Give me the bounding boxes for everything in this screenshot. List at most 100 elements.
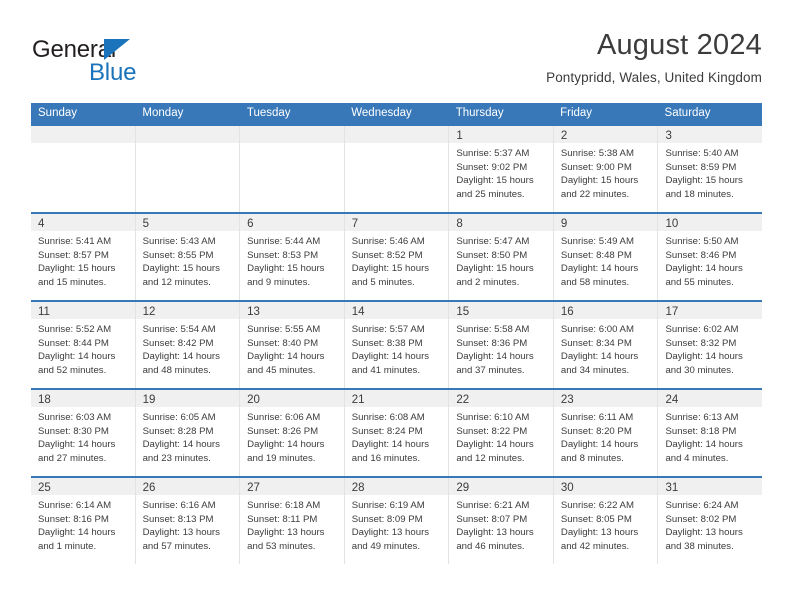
general-blue-logo[interactable]: General Blue [32,36,262,92]
day-number-bar: 31 [658,478,763,495]
calendar-day-cell[interactable]: 9 Sunrise: 5:49 AM Sunset: 8:48 PM Daylight… [553,214,659,300]
sunrise-text: Sunrise: 5:58 AM [456,324,530,335]
sunrise-text: Sunrise: 5:43 AM [142,236,216,247]
sunset-text: Sunset: 8:22 PM [456,425,528,437]
sunset-text: Sunset: 8:30 PM [38,425,109,437]
calendar-day-cell[interactable]: 14 Sunrise: 5:57 AM Sunset: 8:38 PM Dayligh… [344,302,450,388]
calendar-day-cell[interactable]: 1 Sunrise: 5:37 AM Sunset: 9:02 PM Daylight… [449,126,554,212]
page-title: August 2024 [596,29,762,61]
sunrise-text: Sunrise: 5:46 AM [351,236,425,247]
calendar-day-cell[interactable]: 5 Sunrise: 5:43 AM Sunset: 8:55 PM Daylight… [135,214,241,300]
sunset-text: Sunset: 8:57 PM [38,249,109,261]
day-details: Sunrise: 6:03 AM Sunset: 8:30 PM Daylight:… [31,407,135,465]
daylight-text-line2: and 4 minutes. [665,452,729,464]
calendar-day-cell[interactable]: 8 Sunrise: 5:47 AM Sunset: 8:50 PM Daylight… [449,214,554,300]
day-number: 2 [560,130,568,142]
day-details [31,143,135,147]
sunset-text: Sunset: 8:11 PM [247,513,318,525]
sunrise-text: Sunrise: 5:37 AM [456,148,530,159]
day-details: Sunrise: 5:52 AM Sunset: 8:44 PM Daylight:… [31,319,135,377]
title-block: August 2024 Pontypridd, Wales, United Ki… [546,28,762,87]
sunrise-text: Sunrise: 6:13 AM [665,412,739,423]
calendar-day-cell[interactable]: 25 Sunrise: 6:14 AM Sunset: 8:16 PM Dayligh… [31,478,136,564]
daylight-text-line2: and 12 minutes. [142,276,211,288]
calendar-day-cell[interactable]: 28 Sunrise: 6:19 AM Sunset: 8:09 PM Dayligh… [344,478,450,564]
calendar-day-cell[interactable]: 13 Sunrise: 5:55 AM Sunset: 8:40 PM Dayligh… [240,302,345,388]
day-details: Sunrise: 6:18 AM Sunset: 8:11 PM Daylight:… [240,495,344,553]
day-details: Sunrise: 6:08 AM Sunset: 8:24 PM Daylight:… [345,407,449,465]
sunset-text: Sunset: 8:20 PM [560,425,632,437]
daylight-text-line2: and 41 minutes. [351,364,421,376]
sunset-text: Sunset: 8:16 PM [38,513,109,525]
daylight-text-line2: and 53 minutes. [247,540,316,552]
calendar-day-cell[interactable]: 12 Sunrise: 5:54 AM Sunset: 8:42 PM Dayligh… [135,302,241,388]
weekday-tuesday: Tuesday [246,107,291,119]
daylight-text-line2: and 16 minutes. [351,452,421,464]
sunset-text: Sunset: 8:53 PM [247,249,319,261]
sunrise-text: Sunrise: 6:05 AM [142,412,216,423]
daylight-text-line1: Daylight: 14 hours [142,439,220,451]
calendar-day-cell[interactable]: 6 Sunrise: 5:44 AM Sunset: 8:53 PM Daylight… [240,214,345,300]
daylight-text-line1: Daylight: 14 hours [665,263,743,275]
daylight-text-line1: Daylight: 14 hours [665,439,743,451]
day-details: Sunrise: 6:13 AM Sunset: 8:18 PM Daylight:… [658,407,762,465]
calendar-day-cell[interactable]: 2 Sunrise: 5:38 AM Sunset: 9:00 PM Daylight… [553,126,659,212]
daylight-text-line1: Daylight: 14 hours [351,439,430,451]
calendar-day-cell[interactable]: 16 Sunrise: 6:00 AM Sunset: 8:34 PM Dayligh… [553,302,659,388]
sunrise-text: Sunrise: 6:10 AM [456,412,530,423]
day-number-bar: 4 [31,214,135,231]
daylight-text-line2: and 42 minutes. [560,540,630,552]
day-number: 6 [247,218,254,230]
calendar-week-row: 4 Sunrise: 5:41 AM Sunset: 8:57 PM Daylight… [31,212,763,300]
day-number-bar: 9 [553,214,658,231]
calendar-day-cell[interactable]: 30 Sunrise: 6:22 AM Sunset: 8:05 PM Dayligh… [553,478,659,564]
weekday-thursday: Thursday [455,107,504,119]
calendar-day-cell[interactable]: 23 Sunrise: 6:11 AM Sunset: 8:20 PM Dayligh… [553,390,659,476]
calendar-day-cell[interactable]: 11 Sunrise: 5:52 AM Sunset: 8:44 PM Dayligh… [31,302,136,388]
calendar-day-cell[interactable]: 22 Sunrise: 6:10 AM Sunset: 8:22 PM Dayligh… [449,390,554,476]
sunrise-text: Sunrise: 6:24 AM [665,500,739,511]
day-details: Sunrise: 6:06 AM Sunset: 8:26 PM Daylight:… [240,407,344,465]
page-subtitle: Pontypridd, Wales, United Kingdom [546,70,762,85]
calendar-day-cell[interactable]: 4 Sunrise: 5:41 AM Sunset: 8:57 PM Daylight… [31,214,136,300]
calendar-day-cell[interactable]: 7 Sunrise: 5:46 AM Sunset: 8:52 PM Daylight… [344,214,450,300]
calendar-day-cell[interactable]: 15 Sunrise: 5:58 AM Sunset: 8:36 PM Dayligh… [449,302,554,388]
calendar-day-cell[interactable]: 29 Sunrise: 6:21 AM Sunset: 8:07 PM Dayligh… [449,478,554,564]
daylight-text-line2: and 49 minutes. [351,540,421,552]
calendar-day-cell[interactable]: 19 Sunrise: 6:05 AM Sunset: 8:28 PM Dayligh… [135,390,241,476]
sunrise-text: Sunrise: 5:55 AM [247,324,321,335]
calendar-day-cell[interactable]: 26 Sunrise: 6:16 AM Sunset: 8:13 PM Dayligh… [135,478,241,564]
sunset-text: Sunset: 8:52 PM [351,249,423,261]
daylight-text-line2: and 12 minutes. [456,452,525,464]
calendar-day-cell[interactable]: 24 Sunrise: 6:13 AM Sunset: 8:18 PM Dayligh… [658,390,763,476]
sunrise-text: Sunrise: 6:06 AM [247,412,321,423]
day-number-bar: 8 [449,214,553,231]
calendar-day-cell[interactable]: 18 Sunrise: 6:03 AM Sunset: 8:30 PM Dayligh… [31,390,136,476]
sunset-text: Sunset: 8:24 PM [351,425,423,437]
day-number-bar: 20 [240,390,344,407]
calendar-day-cell[interactable]: 31 Sunrise: 6:24 AM Sunset: 8:02 PM Dayligh… [658,478,763,564]
day-number: 18 [38,394,51,406]
sunset-text: Sunset: 8:55 PM [142,249,214,261]
sunset-text: Sunset: 8:59 PM [665,161,737,173]
calendar-day-cell[interactable]: 27 Sunrise: 6:18 AM Sunset: 8:11 PM Dayligh… [240,478,345,564]
day-details: Sunrise: 6:16 AM Sunset: 8:13 PM Daylight:… [136,495,240,553]
day-details: Sunrise: 5:54 AM Sunset: 8:42 PM Daylight:… [136,319,240,377]
calendar-day-cell[interactable]: 21 Sunrise: 6:08 AM Sunset: 8:24 PM Dayligh… [344,390,450,476]
day-number-bar: 2 [553,126,658,143]
calendar-day-cell-empty [31,126,136,212]
calendar-day-cell[interactable]: 20 Sunrise: 6:06 AM Sunset: 8:26 PM Dayligh… [240,390,345,476]
sunrise-text: Sunrise: 6:00 AM [560,324,634,335]
daylight-text-line2: and 25 minutes. [456,188,525,200]
day-number: 11 [38,306,50,318]
calendar-day-cell-empty [344,126,450,212]
calendar-day-cell[interactable]: 3 Sunrise: 5:40 AM Sunset: 8:59 PM Daylight… [658,126,763,212]
calendar-day-cell[interactable]: 17 Sunrise: 6:02 AM Sunset: 8:32 PM Dayligh… [658,302,763,388]
calendar-day-cell[interactable]: 10 Sunrise: 5:50 AM Sunset: 8:46 PM Dayligh… [658,214,763,300]
sunrise-text: Sunrise: 6:22 AM [560,500,634,511]
sunset-text: Sunset: 8:48 PM [560,249,632,261]
sunset-text: Sunset: 8:28 PM [142,425,214,437]
calendar-day-cell-empty [135,126,241,212]
sunset-text: Sunset: 8:40 PM [247,337,319,349]
logo-text-blue: Blue [89,59,137,86]
